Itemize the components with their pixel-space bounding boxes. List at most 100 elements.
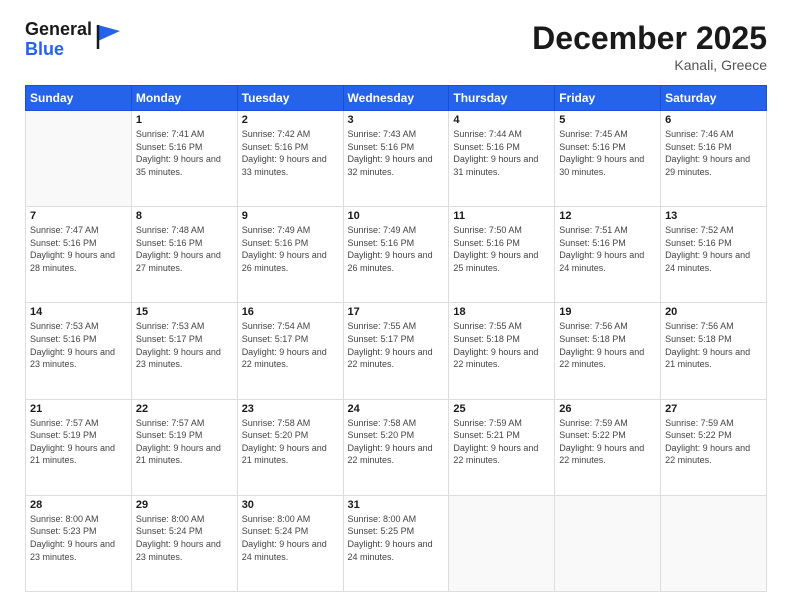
location: Kanali, Greece <box>532 57 767 73</box>
day-info: Sunrise: 7:49 AMSunset: 5:16 PMDaylight:… <box>242 224 339 274</box>
day-number: 12 <box>559 210 656 222</box>
calendar-cell: 29 Sunrise: 8:00 AMSunset: 5:24 PMDayligh… <box>131 495 237 591</box>
day-info: Sunrise: 7:55 AMSunset: 5:18 PMDaylight:… <box>453 320 550 370</box>
calendar-cell: 7 Sunrise: 7:47 AMSunset: 5:16 PMDaylight… <box>26 207 132 303</box>
calendar-cell: 4Sunrise: 7:44 AMSunset: 5:16 PMDaylight… <box>449 111 555 207</box>
calendar-week-0: 1 Sunrise: 7:41 AMSunset: 5:16 PMDaylight… <box>26 111 767 207</box>
day-info: Sunrise: 7:58 AMSunset: 5:20 PMDaylight:… <box>242 417 339 467</box>
weekday-header-row: Sunday Monday Tuesday Wednesday Thursday… <box>26 86 767 111</box>
day-info: Sunrise: 7:44 AMSunset: 5:16 PMDaylight:… <box>453 128 550 178</box>
calendar-cell: 23 Sunrise: 7:58 AMSunset: 5:20 PMDayligh… <box>237 399 343 495</box>
day-info: Sunrise: 8:00 AMSunset: 5:24 PMDaylight:… <box>136 513 233 563</box>
day-info: Sunrise: 7:53 AMSunset: 5:16 PMDaylight:… <box>30 320 127 370</box>
day-number: 29 <box>136 499 233 511</box>
day-number: 16 <box>242 306 339 318</box>
col-monday: Monday <box>131 86 237 111</box>
calendar-cell: 9Sunrise: 7:49 AMSunset: 5:16 PMDaylight… <box>237 207 343 303</box>
day-info: Sunrise: 7:48 AMSunset: 5:16 PMDaylight:… <box>136 224 233 274</box>
day-info: Sunrise: 7:54 AMSunset: 5:17 PMDaylight:… <box>242 320 339 370</box>
day-info: Sunrise: 7:57 AMSunset: 5:19 PMDaylight:… <box>30 417 127 467</box>
calendar-cell <box>449 495 555 591</box>
day-number: 13 <box>665 210 762 222</box>
calendar-cell: 11 Sunrise: 7:50 AMSunset: 5:16 PMDayligh… <box>449 207 555 303</box>
calendar-cell: 12 Sunrise: 7:51 AMSunset: 5:16 PMDayligh… <box>555 207 661 303</box>
calendar-header: Sunday Monday Tuesday Wednesday Thursday… <box>26 86 767 111</box>
logo: General Blue <box>25 20 122 60</box>
calendar-cell: 10Sunrise: 7:49 AMSunset: 5:16 PMDayligh… <box>343 207 449 303</box>
day-number: 3 <box>348 114 445 126</box>
col-thursday: Thursday <box>449 86 555 111</box>
header: General Blue December 2025 Kanali, Greec… <box>25 20 767 73</box>
calendar-cell: 14 Sunrise: 7:53 AMSunset: 5:16 PMDayligh… <box>26 303 132 399</box>
day-info: Sunrise: 7:43 AMSunset: 5:16 PMDaylight:… <box>348 128 445 178</box>
calendar-week-1: 7 Sunrise: 7:47 AMSunset: 5:16 PMDaylight… <box>26 207 767 303</box>
day-number: 15 <box>136 306 233 318</box>
calendar-cell: 6 Sunrise: 7:46 AMSunset: 5:16 PMDaylight… <box>661 111 767 207</box>
page: General Blue December 2025 Kanali, Greec… <box>0 0 792 612</box>
day-info: Sunrise: 7:45 AMSunset: 5:16 PMDaylight:… <box>559 128 656 178</box>
calendar-cell: 17Sunrise: 7:55 AMSunset: 5:17 PMDayligh… <box>343 303 449 399</box>
col-sunday: Sunday <box>26 86 132 111</box>
logo-flag-icon <box>96 23 122 56</box>
month-title: December 2025 <box>532 20 767 57</box>
day-info: Sunrise: 7:59 AMSunset: 5:21 PMDaylight:… <box>453 417 550 467</box>
day-number: 30 <box>242 499 339 511</box>
day-number: 10 <box>348 210 445 222</box>
logo-wordmark: General Blue <box>25 20 92 60</box>
day-number: 23 <box>242 403 339 415</box>
calendar-cell: 15 Sunrise: 7:53 AMSunset: 5:17 PMDayligh… <box>131 303 237 399</box>
day-info: Sunrise: 7:47 AMSunset: 5:16 PMDaylight:… <box>30 224 127 274</box>
day-number: 26 <box>559 403 656 415</box>
calendar-cell <box>26 111 132 207</box>
calendar-cell: 27Sunrise: 7:59 AMSunset: 5:22 PMDayligh… <box>661 399 767 495</box>
day-number: 11 <box>453 210 550 222</box>
day-info: Sunrise: 7:46 AMSunset: 5:16 PMDaylight:… <box>665 128 762 178</box>
calendar-cell: 13 Sunrise: 7:52 AMSunset: 5:16 PMDayligh… <box>661 207 767 303</box>
calendar-week-3: 21Sunrise: 7:57 AMSunset: 5:19 PMDayligh… <box>26 399 767 495</box>
day-info: Sunrise: 7:41 AMSunset: 5:16 PMDaylight:… <box>136 128 233 178</box>
calendar-cell: 18Sunrise: 7:55 AMSunset: 5:18 PMDayligh… <box>449 303 555 399</box>
day-info: Sunrise: 8:00 AMSunset: 5:25 PMDaylight:… <box>348 513 445 563</box>
calendar-cell: 28Sunrise: 8:00 AMSunset: 5:23 PMDayligh… <box>26 495 132 591</box>
day-info: Sunrise: 7:52 AMSunset: 5:16 PMDaylight:… <box>665 224 762 274</box>
day-info: Sunrise: 8:00 AMSunset: 5:23 PMDaylight:… <box>30 513 127 563</box>
day-number: 19 <box>559 306 656 318</box>
day-number: 8 <box>136 210 233 222</box>
day-info: Sunrise: 7:53 AMSunset: 5:17 PMDaylight:… <box>136 320 233 370</box>
calendar-cell: 21Sunrise: 7:57 AMSunset: 5:19 PMDayligh… <box>26 399 132 495</box>
day-number: 25 <box>453 403 550 415</box>
calendar-cell: 1 Sunrise: 7:41 AMSunset: 5:16 PMDaylight… <box>131 111 237 207</box>
day-number: 1 <box>136 114 233 126</box>
day-info: Sunrise: 7:56 AMSunset: 5:18 PMDaylight:… <box>559 320 656 370</box>
day-info: Sunrise: 8:00 AMSunset: 5:24 PMDaylight:… <box>242 513 339 563</box>
calendar-week-4: 28Sunrise: 8:00 AMSunset: 5:23 PMDayligh… <box>26 495 767 591</box>
logo-text-box: General Blue <box>25 20 122 60</box>
day-number: 27 <box>665 403 762 415</box>
calendar-cell <box>661 495 767 591</box>
day-info: Sunrise: 7:51 AMSunset: 5:16 PMDaylight:… <box>559 224 656 274</box>
day-info: Sunrise: 7:50 AMSunset: 5:16 PMDaylight:… <box>453 224 550 274</box>
logo-blue: Blue <box>25 40 92 60</box>
title-section: December 2025 Kanali, Greece <box>532 20 767 73</box>
col-tuesday: Tuesday <box>237 86 343 111</box>
day-number: 7 <box>30 210 127 222</box>
calendar-body: 1 Sunrise: 7:41 AMSunset: 5:16 PMDaylight… <box>26 111 767 592</box>
calendar-cell: 5Sunrise: 7:45 AMSunset: 5:16 PMDaylight… <box>555 111 661 207</box>
calendar-cell: 20Sunrise: 7:56 AMSunset: 5:18 PMDayligh… <box>661 303 767 399</box>
calendar-cell: 8 Sunrise: 7:48 AMSunset: 5:16 PMDaylight… <box>131 207 237 303</box>
day-number: 14 <box>30 306 127 318</box>
calendar-cell: 2 Sunrise: 7:42 AMSunset: 5:16 PMDaylight… <box>237 111 343 207</box>
day-number: 24 <box>348 403 445 415</box>
day-number: 22 <box>136 403 233 415</box>
day-number: 6 <box>665 114 762 126</box>
calendar-cell <box>555 495 661 591</box>
day-info: Sunrise: 7:42 AMSunset: 5:16 PMDaylight:… <box>242 128 339 178</box>
col-wednesday: Wednesday <box>343 86 449 111</box>
col-friday: Friday <box>555 86 661 111</box>
calendar-cell: 16 Sunrise: 7:54 AMSunset: 5:17 PMDayligh… <box>237 303 343 399</box>
calendar-cell: 19 Sunrise: 7:56 AMSunset: 5:18 PMDayligh… <box>555 303 661 399</box>
calendar-cell: 30 Sunrise: 8:00 AMSunset: 5:24 PMDayligh… <box>237 495 343 591</box>
calendar-cell: 26Sunrise: 7:59 AMSunset: 5:22 PMDayligh… <box>555 399 661 495</box>
day-number: 2 <box>242 114 339 126</box>
col-saturday: Saturday <box>661 86 767 111</box>
